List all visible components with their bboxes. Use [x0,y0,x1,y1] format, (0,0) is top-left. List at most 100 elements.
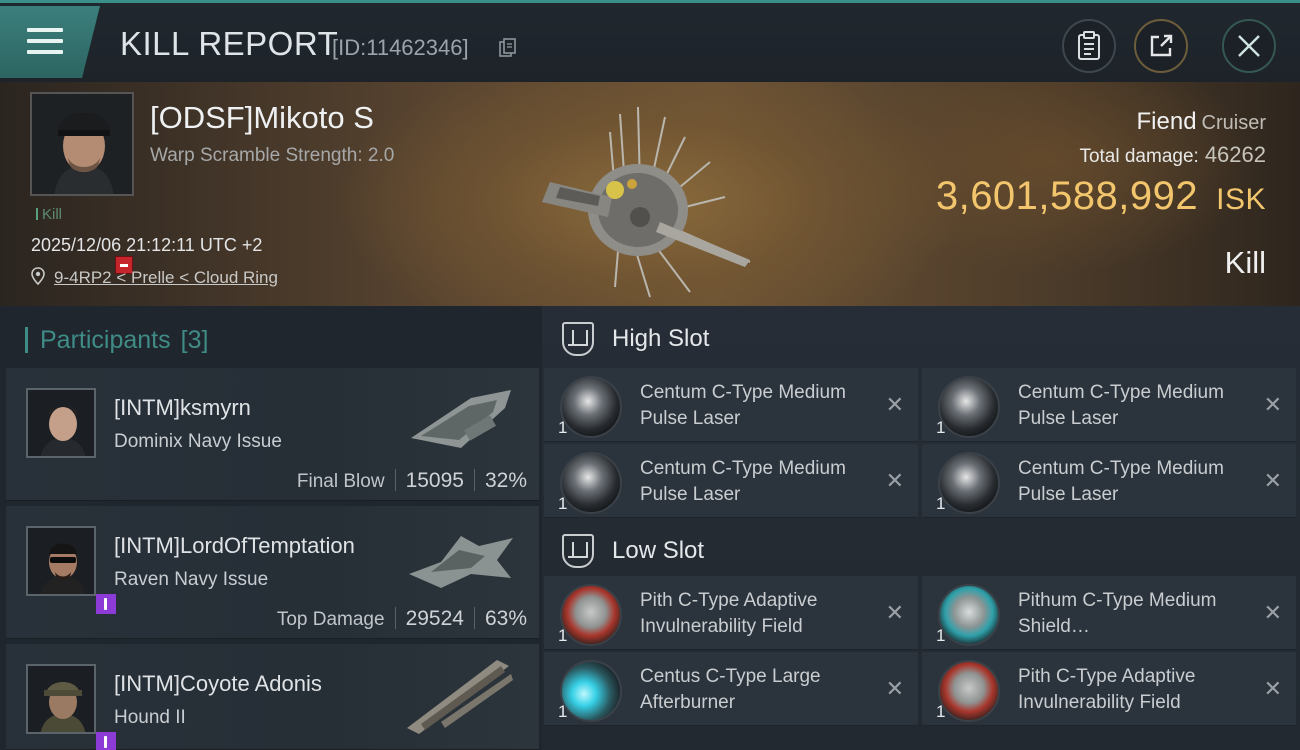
top-bar: KILL REPORT [ID:11462346] [0,0,1300,82]
clipboard-button[interactable] [1062,19,1116,73]
destroyed-icon: ✕ [1263,468,1282,493]
result-label: Kill [1224,245,1266,280]
participant-card[interactable]: [INTM]LordOfTemptation Raven Navy Issue … [6,506,539,639]
destroyed-icon: ✕ [1263,392,1282,417]
destroyed-icon: ✕ [1263,600,1282,625]
participant-stats: Top Damage 29524 63% [277,607,527,631]
participant-card[interactable]: [INTM]Coyote Adonis Hound II [6,644,539,750]
victim-avatar[interactable] [30,92,134,196]
module-name: Pith C-Type Adaptive Invulnerability Fie… [1018,666,1196,713]
participant-card[interactable]: [INTM]ksmyrn Dominix Navy Issue Final Bl… [6,368,539,501]
participant-damage: 29524 [405,607,464,630]
fitted-module[interactable]: 1 Pithum C-Type Medium Shield… ✕ [922,576,1296,650]
participant-avatar[interactable] [26,388,96,458]
fitted-module[interactable]: 1 Centus C-Type Large Afterburner ✕ [544,652,918,726]
participant-ship: Dominix Navy Issue [114,431,282,452]
menu-button[interactable] [0,6,100,78]
participant-role-icon [96,594,116,614]
module-quantity: 1 [936,418,946,437]
participants-count: [3] [180,326,209,354]
module-name: Centus C-Type Large Afterburner [640,666,821,713]
victim-name[interactable]: [ODSF]Mikoto S [150,100,374,136]
copy-icon[interactable] [499,38,517,58]
participant-ship-image [411,390,511,448]
page-title: KILL REPORT [120,25,339,62]
kill-tag: Kill [36,206,62,223]
participant-stats: Final Blow 15095 32% [297,469,527,493]
clipboard-icon [1078,31,1100,60]
victim-ship-image [542,106,751,298]
destroyed-icon: ✕ [885,468,904,493]
share-button[interactable] [1134,19,1188,73]
fitted-module[interactable]: 1 Pith C-Type Adaptive Invulnerability F… [922,652,1296,726]
participant-ship-image [409,536,513,588]
laser-icon [560,452,622,514]
module-name: Centum C-Type Medium Pulse Laser [1018,458,1224,505]
high-slot-label: High Slot [612,325,710,352]
location-link[interactable]: 9-4RP2 < Prelle < Cloud Ring [54,268,278,288]
module-quantity: 1 [558,494,568,513]
module-name: Pithum C-Type Medium Shield… [1018,590,1217,637]
location-pin-icon [31,267,45,285]
fitted-module[interactable]: 1 Centum C-Type Medium Pulse Laser ✕ [922,368,1296,442]
participant-name[interactable]: [INTM]Coyote Adonis [114,671,322,697]
participant-avatar[interactable] [26,526,96,596]
destroyed-icon: ✕ [885,392,904,417]
shield-module-icon [938,660,1000,722]
module-name: Centum C-Type Medium Pulse Laser [1018,382,1224,429]
participants-title: Participants [3] [24,326,209,355]
laser-icon [938,376,1000,438]
stat-label: Top Damage [276,609,385,630]
isk-unit: ISK [1216,183,1266,216]
participant-percent: 32% [484,469,527,492]
participant-ship: Hound II [114,707,186,728]
module-quantity: 1 [936,702,946,721]
participant-percent: 63% [484,607,527,630]
module-quantity: 1 [936,494,946,513]
participant-ship-image [407,660,513,734]
destroyed-icon: ✕ [885,600,904,625]
shield-booster-icon [938,584,1000,646]
low-slot-header: Low Slot [542,518,1300,580]
laser-icon [938,452,1000,514]
high-slot-header: High Slot [542,306,1300,368]
victim-banner: [ODSF]Mikoto S Warp Scramble Strength: 2… [0,82,1300,306]
low-slot-label: Low Slot [612,537,705,564]
destroyed-icon: ✕ [885,676,904,701]
report-id: [ID:11462346] [332,35,469,60]
fitted-module[interactable]: 1 Centum C-Type Medium Pulse Laser ✕ [544,444,918,518]
module-name: Centum C-Type Medium Pulse Laser [640,458,846,505]
share-icon [1150,34,1173,57]
fitting-panel: High Slot 1 Centum C-Type Medium Pulse L… [542,306,1300,750]
high-slot-icon [562,322,594,356]
total-damage: Total damage: 46262 [1079,142,1266,167]
victim-ship-class: Cruiser [1201,112,1266,134]
shield-module-icon [560,584,622,646]
victim-ship-name: Fiend Cruiser [1136,108,1267,135]
participant-name[interactable]: [INTM]LordOfTemptation [114,533,355,559]
kill-timestamp: 2025/12/06 21:12:11 UTC +2 [31,235,263,255]
participant-ship: Raven Navy Issue [114,569,269,590]
participant-damage: 15095 [405,469,464,492]
module-quantity: 1 [558,418,568,437]
module-quantity: 1 [558,702,568,721]
fitted-module[interactable]: 1 Centum C-Type Medium Pulse Laser ✕ [544,368,918,442]
close-button[interactable] [1222,19,1276,73]
participant-role-icon [96,732,116,750]
fitted-module[interactable]: 1 Centum C-Type Medium Pulse Laser ✕ [922,444,1296,518]
low-slot-icon [562,534,594,568]
destroyed-icon: ✕ [1263,676,1282,701]
module-name: Centum C-Type Medium Pulse Laser [640,382,846,429]
stat-label: Final Blow [296,471,385,492]
warp-scramble-strength: Warp Scramble Strength: 2.0 [150,145,395,166]
participant-name[interactable]: [INTM]ksmyrn [114,395,251,421]
hamburger-icon [27,28,63,61]
module-name: Pith C-Type Adaptive Invulnerability Fie… [640,590,818,637]
isk-value: 3,601,588,992 ISK [935,174,1266,218]
participants-panel: Participants [3] [INTM]ksmyrn Dominix Nav… [0,306,542,750]
close-icon [1238,35,1260,57]
participant-avatar[interactable] [26,664,96,734]
fitted-module[interactable]: 1 Pith C-Type Adaptive Invulnerability F… [544,576,918,650]
afterburner-icon [560,660,622,722]
laser-icon [560,376,622,438]
